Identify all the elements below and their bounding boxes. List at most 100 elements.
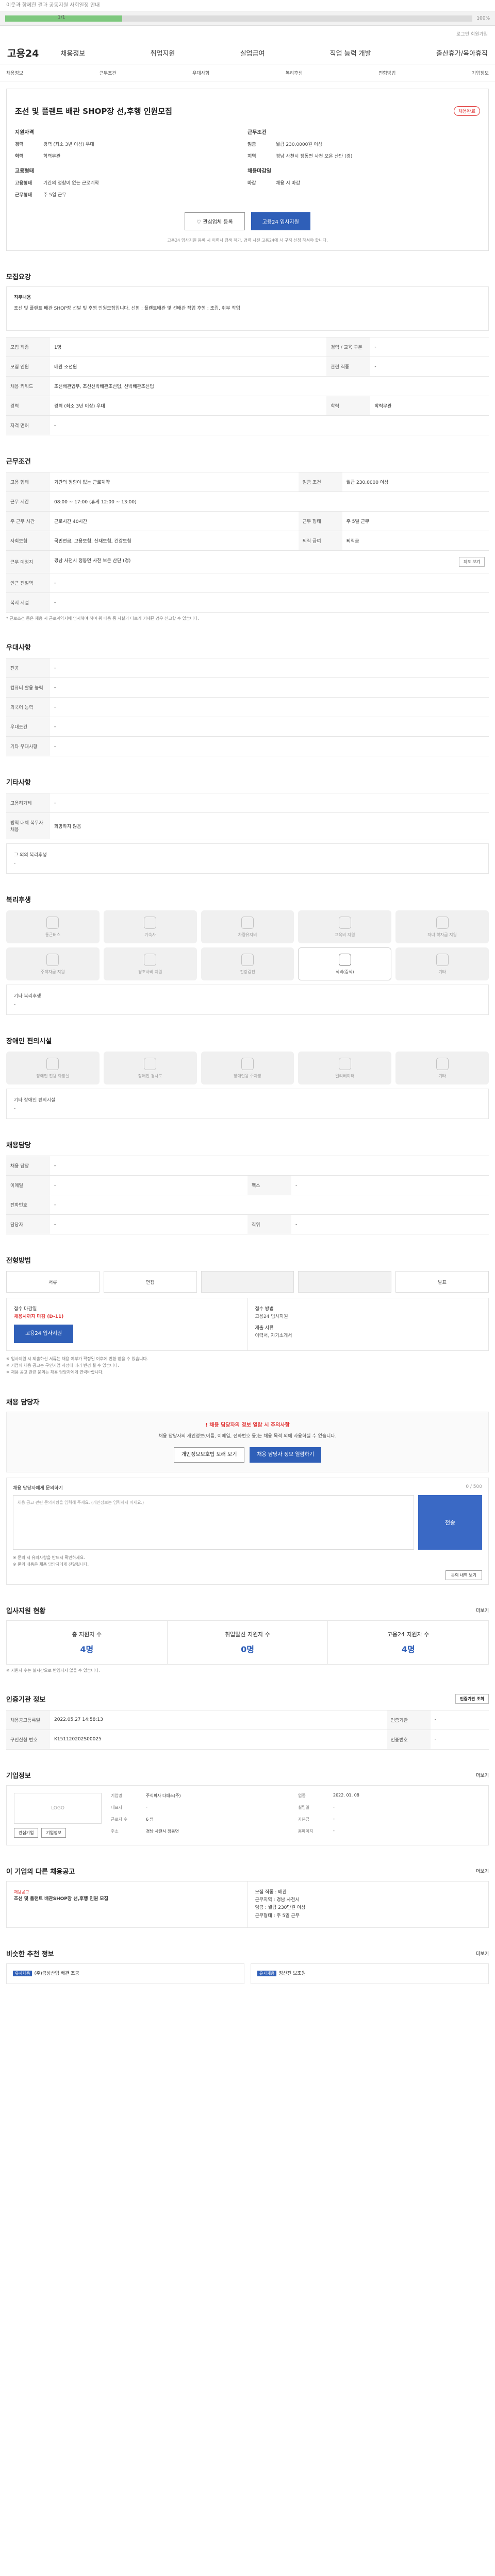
nav-item[interactable]: 직업 능력 개발 (330, 48, 371, 58)
benefit-icon (241, 916, 254, 929)
summary-value: 기간의 정함이 없는 근로계약 (43, 181, 99, 186)
row-value: - (370, 337, 489, 358)
tab-item[interactable]: 근무조건 (100, 70, 117, 76)
benefit-tile: 식비(중식) (298, 947, 392, 981)
note-line: ※ 문의 시 유의사항을 반드시 확인하세요. (13, 1555, 85, 1560)
row-label: 전공 (6, 658, 50, 679)
row-value: - (291, 1214, 489, 1235)
similar-card[interactable]: 유사채용 (주)금성산업 배관 조공 (6, 1963, 244, 1985)
progress-label: 1/1 (58, 15, 65, 20)
row-label: 경력 / 교육 구분 (326, 337, 371, 358)
tab-item[interactable]: 기업정보 (472, 70, 489, 76)
etc-box: 그 외의 복리후생 - (6, 843, 489, 874)
tab-item[interactable]: 우대사항 (192, 70, 209, 76)
tab-item[interactable]: 전형방법 (378, 70, 395, 76)
disabled-heading: 장애인 편의시설 (6, 1038, 52, 1046)
row-label: 모집 직종 (6, 337, 50, 358)
similar-more-link[interactable]: 더보기 (476, 1950, 489, 1957)
nav-item[interactable]: 실업급여 (240, 48, 265, 58)
benefit-label: 자녀 학자금 지원 (427, 932, 457, 937)
note-line: ※ 입사지원 시 제출하신 서류는 채용 여부가 확정된 이후에 반환 받을 수… (6, 1357, 148, 1362)
row-value: K151120202S00025 (50, 1729, 387, 1750)
inquiry-submit[interactable]: 전송 (418, 1495, 482, 1550)
benefit-tile: 경조사비 지원 (103, 947, 197, 981)
row-label: 모집 인원 (6, 357, 50, 377)
stats-more-link[interactable]: 더보기 (476, 1607, 489, 1614)
apply-button[interactable]: 고용24 입사지원 (251, 212, 310, 230)
row-value: 경력 (최소 3년 이상) 우대 (50, 396, 327, 416)
row-value: - (50, 1214, 248, 1235)
tab-item[interactable]: 채용정보 (6, 70, 23, 76)
benefit-icon (436, 953, 449, 966)
inquiry-history-button[interactable]: 문의 내역 보기 (445, 1570, 482, 1580)
summary-key: 경력 (15, 142, 24, 147)
row-label: 주 근무 시간 (6, 511, 50, 532)
similar-card[interactable]: 유사채용 정산전 보조원 (251, 1963, 489, 1985)
job-description: 직무내용 조선 및 플랜트 배관 SHOP장 선발 및 후행 인원모집입니다. 선… (6, 286, 489, 331)
row-label: 외국어 능력 (6, 697, 50, 718)
benefit-label: 경조사비 지원 (138, 969, 162, 974)
similar-tag: 유사채용 (13, 1970, 32, 1976)
recruit-heading: 모집요강 (6, 274, 31, 282)
tab-item[interactable]: 복리후생 (286, 70, 303, 76)
row-value: 국민연금, 고용보험, 산재보험, 건강보험 (50, 531, 299, 551)
related-job: 채용공고 조선 및 플랜트 배관SHOP장 선,후행 인원 모집 모집 직종 : … (6, 1880, 489, 1928)
benefit-label: 장애인 경사로 (138, 1073, 162, 1078)
inquiry-textarea[interactable]: 채용 공고 관련 문의사항을 입력해 주세요. (개인정보는 입력하지 마세요.… (13, 1495, 414, 1550)
note-line: ※ 기업의 채용 공고는 구인기업 사정에 따라 변경 될 수 있습니다. (6, 1363, 119, 1368)
table-row: 전화번호 - (6, 1195, 489, 1215)
row-value: - (50, 573, 489, 594)
benefit-label: 식비(중식) (335, 969, 354, 974)
benefit-tile: 자녀 학자금 지원 (395, 910, 489, 944)
related-detail: 임금 : 월급 230만원 이상 (255, 1905, 306, 1911)
row-label: 근무 형태 (298, 511, 342, 532)
company-more-link[interactable]: 더보기 (476, 1772, 489, 1778)
table-row: 담당자 - 직위 - (6, 1214, 489, 1235)
company-logo: LOGO (14, 1792, 102, 1824)
stats-heading-row: 입사지원 현황 더보기 (6, 1607, 489, 1615)
row-label: 팩스 (248, 1175, 291, 1196)
benefit-label: 통근버스 (45, 932, 61, 937)
summary-value: 월급 230,0000원 이상 (276, 142, 323, 147)
nav-item[interactable]: 채용정보 (60, 48, 85, 58)
benefit-tile: 장애인 전용 화장실 (6, 1052, 100, 1085)
row-label: 고용 형태 (6, 472, 50, 493)
row-label: 이메일 (6, 1175, 50, 1196)
related-more-link[interactable]: 더보기 (476, 1868, 489, 1874)
favorite-button[interactable]: ♡ 관심업체 등록 (185, 212, 245, 230)
nav-item[interactable]: 출산휴가/육아휴직 (436, 48, 488, 58)
inquiry-notes: ※ 문의 시 유의사항을 반드시 확인하세요. ※ 문의 내용은 채용 담당자에게… (13, 1555, 482, 1568)
benefit-label: 차량유지비 (238, 932, 257, 937)
row-label: 인증번호 (386, 1729, 431, 1750)
row-value: - (50, 592, 489, 613)
qual-heading: 지원자격 (15, 130, 34, 135)
stat-item: 총 지원자 수 4명 (7, 1621, 167, 1664)
company-detail-button[interactable]: 기업정보 (41, 1827, 66, 1838)
nav-item[interactable]: 취업지원 (150, 48, 175, 58)
company-key: 기업명 (111, 1793, 123, 1798)
util-links[interactable]: 로그인 회원가입 (0, 26, 495, 41)
job-summary-card: 조선 및 플랜트 배관 SHOP장 선,후행 인원모집 채용완료 지원자격 경력 경… (6, 89, 489, 251)
table-row: 우대조건 - (6, 717, 489, 737)
row-value: - (50, 736, 489, 757)
cond-heading: 근무조건 (248, 130, 267, 135)
similar-heading-row: 비슷한 추천 정보 더보기 (6, 1950, 489, 1958)
map-button[interactable]: 지도 보기 (459, 557, 485, 567)
process-heading: 전형방법 (6, 1257, 31, 1265)
privacy-law-button[interactable]: 개인정보보호법 보러 보기 (173, 1447, 245, 1463)
row-value: - (50, 658, 489, 679)
period-button[interactable]: 인증기관 조회 (455, 1693, 489, 1704)
table-row: 사회보험 국민연금, 고용보험, 산재보험, 건강보험 퇴직 급여 퇴직금 (6, 531, 489, 551)
apply-button-2[interactable]: 고용24 입사지원 (14, 1325, 74, 1344)
fav-company-button[interactable]: 관심기업 (14, 1827, 39, 1838)
similar-title[interactable]: (주)금성산업 배관 조공 (34, 1971, 79, 1976)
company-key: 대표자 (111, 1805, 123, 1810)
view-contact-button[interactable]: 채용 담당자 정보 열람하기 (250, 1447, 322, 1463)
benefit-icon (338, 1057, 351, 1070)
row-label: 관련 직종 (326, 357, 371, 377)
benefit-label: 장애인용 주차장 (233, 1073, 262, 1078)
site-logo[interactable]: 고용24 (7, 46, 39, 60)
progress-percent: 100% (476, 15, 490, 21)
similar-title[interactable]: 정산전 보조원 (278, 1971, 306, 1976)
related-job-link[interactable]: 조선 및 플랜트 배관SHOP장 선,후행 인원 모집 (14, 1895, 240, 1903)
